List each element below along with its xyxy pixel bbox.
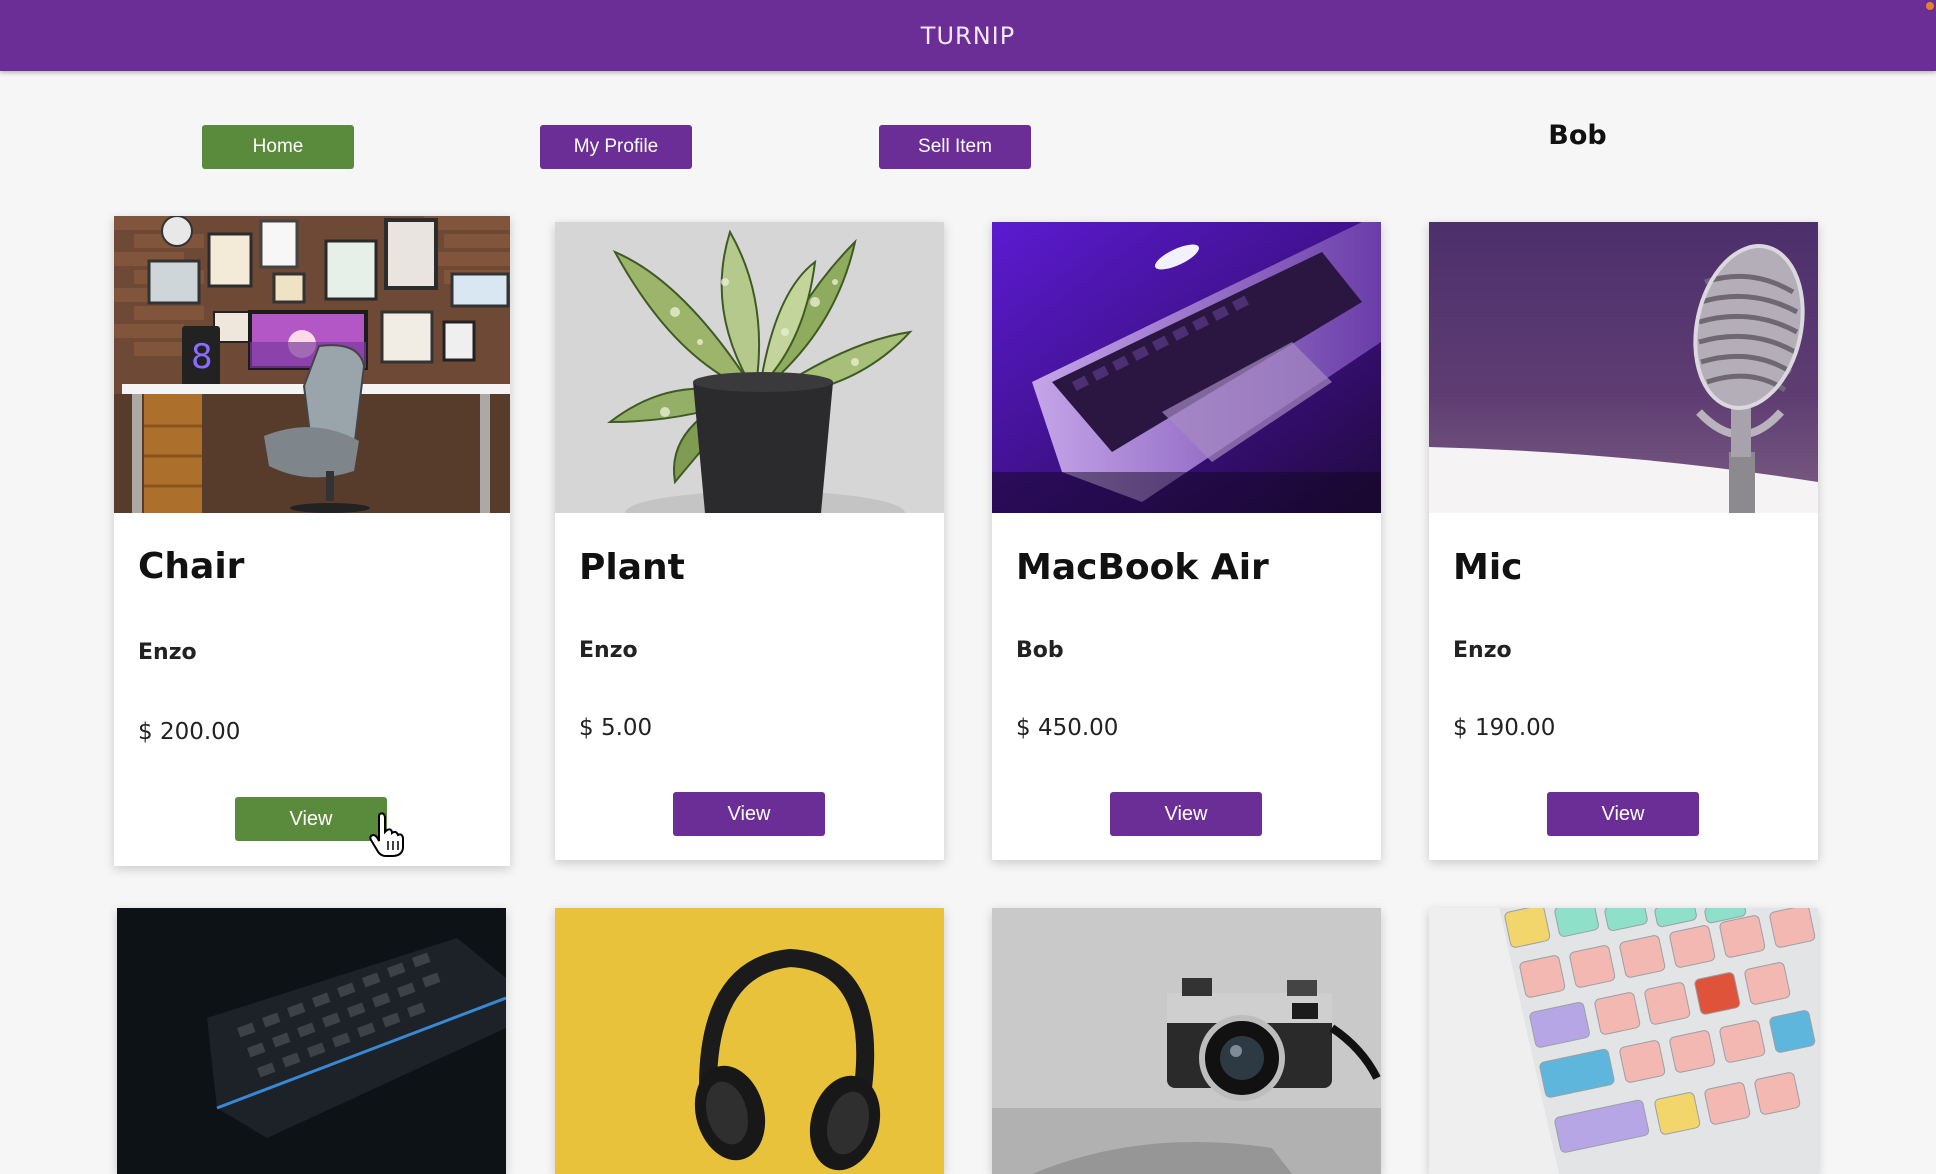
- product-price: $ 450.00: [1016, 715, 1119, 741]
- keyboard-photo[interactable]: [117, 908, 506, 1174]
- camera-photo[interactable]: [992, 908, 1381, 1174]
- product-card-macbook-air: MacBook Air Bob $ 450.00 View: [992, 222, 1381, 860]
- chair-desk-setup-photo[interactable]: 8: [114, 216, 510, 513]
- view-button[interactable]: View: [1110, 792, 1262, 836]
- product-title: MacBook Air: [1016, 547, 1269, 588]
- product-seller: Enzo: [579, 638, 638, 663]
- headphones-photo[interactable]: [555, 908, 944, 1174]
- product-card: [992, 908, 1381, 1174]
- view-button[interactable]: View: [235, 797, 387, 841]
- product-seller: Enzo: [138, 640, 197, 665]
- colorful-keyboard-photo[interactable]: [1429, 908, 1818, 1174]
- product-price: $ 200.00: [138, 719, 241, 745]
- app-title: TURNIP: [920, 21, 1016, 50]
- sell-item-button[interactable]: Sell Item: [879, 125, 1031, 169]
- product-title: Mic: [1453, 547, 1523, 588]
- my-profile-button[interactable]: My Profile: [540, 125, 692, 169]
- microphone-photo[interactable]: [1429, 222, 1818, 513]
- product-seller: Enzo: [1453, 638, 1512, 663]
- product-seller: Bob: [1016, 638, 1064, 663]
- potted-plant-photo[interactable]: [555, 222, 944, 513]
- product-price: $ 5.00: [579, 715, 653, 741]
- product-card-mic: Mic Enzo $ 190.00 View: [1429, 222, 1818, 860]
- view-button[interactable]: View: [673, 792, 825, 836]
- product-title: Chair: [138, 546, 245, 587]
- current-user-name: Bob: [1548, 120, 1607, 151]
- view-button[interactable]: View: [1547, 792, 1699, 836]
- product-card: [117, 908, 506, 1174]
- product-card-plant: Plant Enzo $ 5.00 View: [555, 222, 944, 860]
- product-card: [1429, 908, 1818, 1174]
- top-bar: TURNIP: [0, 0, 1936, 71]
- recording-dot: [1926, 2, 1934, 10]
- home-button[interactable]: Home: [202, 125, 354, 169]
- product-title: Plant: [579, 547, 685, 588]
- laptop-photo[interactable]: [992, 222, 1381, 513]
- product-card-chair: 8 Chair Enzo $ 200.00 View: [114, 216, 510, 866]
- product-card: [555, 908, 944, 1174]
- product-price: $ 190.00: [1453, 715, 1556, 741]
- svg-text:8: 8: [191, 337, 213, 377]
